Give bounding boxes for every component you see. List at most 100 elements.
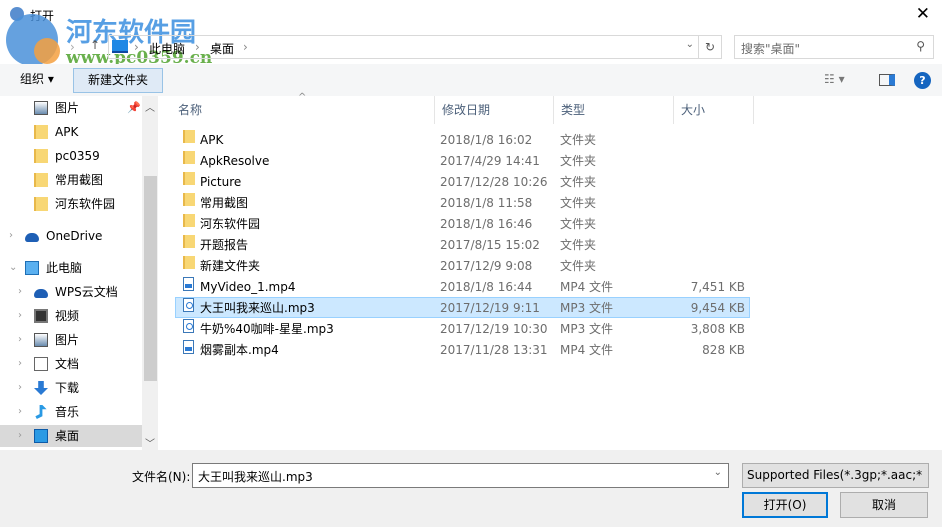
file-name: 新建文件夹	[200, 259, 261, 273]
nav-item-label: 下载	[55, 381, 80, 395]
expand-chevron-icon[interactable]: ›	[18, 353, 22, 375]
file-type: 文件夹	[560, 154, 597, 168]
file-type: 文件夹	[560, 259, 597, 273]
nav-item[interactable]: ⌄ 此电脑	[0, 257, 142, 279]
chevron-down-icon[interactable]: ⌄	[686, 39, 694, 50]
expand-chevron-icon[interactable]: ⌄	[9, 257, 17, 279]
file-row[interactable]: 开题报告 2017/8/15 15:02 文件夹	[175, 234, 750, 255]
expand-chevron-icon[interactable]: ›	[9, 225, 13, 247]
nav-item[interactable]: 图片	[0, 97, 142, 119]
nav-item[interactable]: › 文档	[0, 353, 142, 375]
nav-item[interactable]: › 下载	[0, 377, 142, 399]
file-name: 河东软件园	[200, 217, 261, 231]
refresh-button[interactable]: ↻	[698, 35, 722, 59]
folder-icon	[34, 149, 48, 163]
file-row[interactable]: 河东软件园 2018/1/8 16:46 文件夹	[175, 213, 750, 234]
title-bar	[0, 0, 942, 30]
expand-chevron-icon[interactable]: ›	[18, 329, 22, 351]
help-icon[interactable]: ?	[914, 72, 931, 89]
file-name: 大王叫我来巡山.mp3	[200, 301, 315, 315]
expand-chevron-icon[interactable]: ›	[18, 401, 22, 423]
nav-item-label: APK	[55, 125, 79, 139]
file-row[interactable]: MyVideo_1.mp4 2018/1/8 16:44 MP4 文件 7,451 K…	[175, 276, 750, 297]
scroll-up-icon[interactable]: ︿	[145, 99, 155, 114]
folder-icon	[34, 197, 48, 211]
close-button[interactable]: ✕	[916, 4, 930, 24]
new-folder-button[interactable]: 新建文件夹	[73, 68, 163, 93]
nav-item[interactable]: APK	[0, 121, 142, 143]
file-type-select[interactable]: Supported Files(*.3gp;*.aac;*	[742, 463, 929, 488]
nav-item-label: 音乐	[55, 405, 80, 419]
file-type: 文件夹	[560, 238, 597, 252]
column-header-type[interactable]: 类型	[553, 96, 674, 124]
file-type: MP3 文件	[560, 322, 614, 336]
file-size: 828 KB	[702, 343, 745, 357]
file-row[interactable]: Picture 2017/12/28 10:26 文件夹	[175, 171, 750, 192]
window-title: 打开	[30, 9, 55, 23]
computer-icon	[25, 261, 39, 275]
file-type: MP4 文件	[560, 343, 614, 357]
expand-chevron-icon[interactable]: ›	[18, 377, 22, 399]
nav-item[interactable]: › 图片	[0, 329, 142, 351]
file-size: 3,808 KB	[690, 322, 745, 336]
column-header-size[interactable]: 大小	[673, 96, 754, 124]
file-type: 文件夹	[560, 175, 597, 189]
file-date: 2017/12/9 9:08	[440, 259, 533, 273]
file-date: 2018/1/8 16:46	[440, 217, 533, 231]
nav-item[interactable]: 常用截图	[0, 169, 142, 191]
cloud-icon	[34, 289, 48, 298]
breadcrumb-this-pc[interactable]: 此电脑	[149, 40, 185, 57]
file-row[interactable]: 常用截图 2018/1/8 11:58 文件夹	[175, 192, 750, 213]
nav-item[interactable]: 河东软件园	[0, 193, 142, 215]
file-type: 文件夹	[560, 196, 597, 210]
nav-item-label: 图片	[55, 333, 80, 347]
file-row[interactable]: ApkResolve 2017/4/29 14:41 文件夹	[175, 150, 750, 171]
video-file-icon	[183, 340, 194, 354]
file-row[interactable]: 牛奶%40咖啡-星星.mp3 2017/12/19 10:30 MP3 文件 3,80…	[175, 318, 750, 339]
filename-input[interactable]: 大王叫我来巡山.mp3 ⌄	[192, 463, 729, 488]
scroll-down-icon[interactable]: ﹀	[145, 435, 155, 450]
nav-item[interactable]: › 音乐	[0, 401, 142, 423]
chevron-down-icon[interactable]: ⌄	[714, 467, 722, 478]
file-row[interactable]: 大王叫我来巡山.mp3 2017/12/19 9:11 MP3 文件 9,454 KB	[175, 297, 750, 318]
breadcrumb-desktop[interactable]: 桌面	[210, 40, 234, 57]
organize-button[interactable]: 组织 ▾	[12, 68, 62, 93]
file-type: MP3 文件	[560, 301, 614, 315]
file-row[interactable]: 新建文件夹 2017/12/9 9:08 文件夹	[175, 255, 750, 276]
search-input[interactable]: 搜索"桌面" ⚲	[734, 35, 934, 59]
nav-item[interactable]: › 桌面	[0, 425, 142, 447]
search-icon: ⚲	[916, 39, 925, 53]
cancel-button[interactable]: 取消	[840, 492, 928, 518]
nav-item[interactable]: › 视频	[0, 305, 142, 327]
nav-scrollbar-thumb[interactable]	[144, 176, 157, 381]
expand-chevron-icon[interactable]: ›	[18, 305, 22, 327]
column-header-date[interactable]: 修改日期	[434, 96, 554, 124]
folder-icon	[183, 130, 195, 143]
pictures-icon	[34, 101, 48, 115]
forward-button[interactable]: ›	[70, 40, 75, 54]
address-bar[interactable]: › 此电脑 › 桌面 › ⌄	[108, 35, 699, 59]
filename-value: 大王叫我来巡山.mp3	[198, 470, 313, 484]
nav-item[interactable]: › WPS云文档	[0, 281, 142, 303]
folder-icon	[183, 193, 195, 206]
nav-item-label: WPS云文档	[55, 285, 118, 299]
file-row[interactable]: APK 2018/1/8 16:02 文件夹	[175, 129, 750, 150]
open-button[interactable]: 打开(O)	[742, 492, 828, 518]
cloud-icon	[25, 233, 39, 242]
file-type: MP4 文件	[560, 280, 614, 294]
file-row[interactable]: 烟雾副本.mp4 2017/11/28 13:31 MP4 文件 828 KB	[175, 339, 750, 360]
file-name: 烟雾副本.mp4	[200, 343, 279, 357]
document-icon	[34, 357, 48, 371]
expand-chevron-icon[interactable]: ›	[18, 281, 22, 303]
file-name: MyVideo_1.mp4	[200, 280, 296, 294]
preview-pane-icon[interactable]	[879, 74, 895, 86]
nav-item[interactable]: › OneDrive	[0, 225, 142, 247]
expand-chevron-icon[interactable]: ›	[18, 425, 22, 447]
view-options-icon[interactable]: ☷ ▾	[824, 72, 845, 86]
computer-icon	[112, 40, 128, 53]
file-date: 2017/11/28 13:31	[440, 343, 548, 357]
up-button[interactable]: ↑	[90, 38, 100, 52]
nav-item-label: 图片	[55, 101, 80, 115]
nav-item[interactable]: pc0359	[0, 145, 142, 167]
folder-icon	[183, 214, 195, 227]
